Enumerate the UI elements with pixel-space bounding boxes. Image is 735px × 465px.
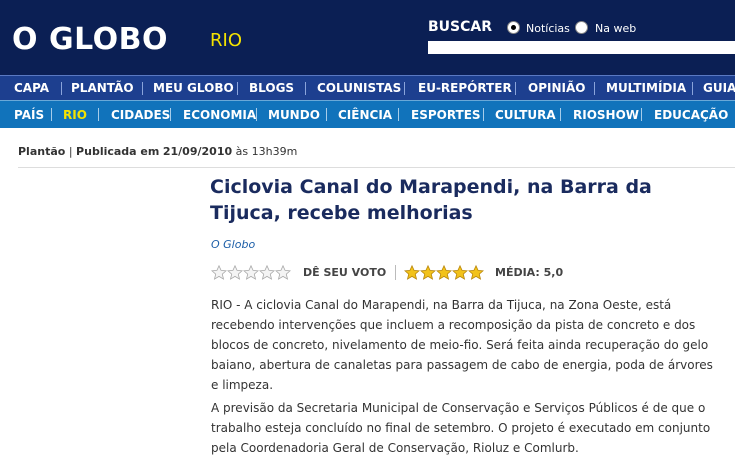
search-label: BUSCAR bbox=[428, 19, 493, 35]
nav-divider bbox=[515, 82, 516, 95]
nav-divider bbox=[560, 108, 561, 121]
nav-divider bbox=[98, 108, 99, 121]
nav-educacao[interactable]: EDUCAÇÃO bbox=[654, 101, 728, 128]
published-date: 21/09/2010 bbox=[162, 145, 233, 158]
nav-plantao[interactable]: PLANTÃO bbox=[71, 76, 134, 100]
user-rating-stars[interactable] bbox=[211, 265, 291, 280]
nav-esportes[interactable]: ESPORTES bbox=[411, 101, 481, 128]
star-outline-icon[interactable] bbox=[259, 265, 275, 280]
nav-pais[interactable]: PAÍS bbox=[14, 101, 44, 128]
nav-rio[interactable]: RIO bbox=[63, 101, 87, 128]
nav-divider bbox=[404, 82, 405, 95]
star-outline-icon[interactable] bbox=[275, 265, 291, 280]
nav-meu-globo[interactable]: MEU GLOBO bbox=[153, 76, 234, 100]
nav-colunistas[interactable]: COLUNISTAS bbox=[317, 76, 401, 100]
average-rating-stars bbox=[404, 265, 484, 280]
article-category[interactable]: Plantão bbox=[18, 145, 65, 158]
article-meta: Plantão | Publicada em 21/09/2010 às 13h… bbox=[18, 145, 297, 158]
search-radio-na-web[interactable] bbox=[575, 21, 588, 34]
nav-divider bbox=[326, 108, 327, 121]
nav-divider bbox=[483, 108, 484, 121]
meta-divider: | bbox=[68, 145, 73, 158]
nav-blogs[interactable]: BLOGS bbox=[249, 76, 294, 100]
site-logo[interactable]: O GLOBO bbox=[12, 22, 168, 57]
nav-capa[interactable]: CAPA bbox=[14, 76, 49, 100]
nav-divider bbox=[61, 82, 62, 95]
secondary-nav: PAÍS RIO CIDADES ECONOMIA MUNDO CIÊNCIA … bbox=[0, 100, 735, 128]
nav-divider bbox=[692, 82, 693, 95]
article-source[interactable]: O Globo bbox=[211, 238, 255, 251]
nav-divider bbox=[142, 82, 143, 95]
primary-nav: CAPA PLANTÃO MEU GLOBO BLOGS COLUNISTAS … bbox=[0, 75, 735, 100]
star-filled-icon bbox=[452, 265, 468, 280]
search-radio-noticias-label[interactable]: Notícias bbox=[526, 22, 570, 35]
nav-divider bbox=[51, 108, 52, 121]
nav-eu-reporter[interactable]: EU-REPÓRTER bbox=[418, 76, 512, 100]
star-filled-icon bbox=[420, 265, 436, 280]
article-paragraph: RIO - A ciclovia Canal do Marapendi, na … bbox=[211, 298, 713, 392]
search-radio-noticias[interactable] bbox=[507, 21, 520, 34]
search-input[interactable] bbox=[428, 41, 735, 54]
nav-divider bbox=[305, 82, 306, 95]
nav-ciencia[interactable]: CIÊNCIA bbox=[338, 101, 392, 128]
nav-mundo[interactable]: MUNDO bbox=[268, 101, 320, 128]
nav-cultura[interactable]: CULTURA bbox=[495, 101, 556, 128]
nav-opiniao[interactable]: OPINIÃO bbox=[528, 76, 585, 100]
nav-divider bbox=[170, 108, 171, 121]
nav-divider bbox=[256, 108, 257, 121]
section-name[interactable]: RIO bbox=[210, 30, 242, 51]
star-filled-icon bbox=[468, 265, 484, 280]
nav-multimidia[interactable]: MULTIMÍDIA bbox=[606, 76, 686, 100]
site-header: O GLOBO RIO BUSCAR Notícias Na web bbox=[0, 0, 735, 75]
star-outline-icon[interactable] bbox=[227, 265, 243, 280]
search-radio-na-web-label[interactable]: Na web bbox=[595, 22, 636, 35]
nav-guias[interactable]: GUIAS bbox=[703, 76, 735, 100]
nav-economia[interactable]: ECONOMIA bbox=[183, 101, 256, 128]
average-rating-label: MÉDIA: 5,0 bbox=[495, 266, 564, 279]
article-title: Ciclovia Canal do Marapendi, na Barra da… bbox=[210, 176, 652, 224]
published-time: 13h39m bbox=[251, 145, 298, 158]
nav-divider bbox=[398, 108, 399, 121]
meta-divider-line bbox=[18, 167, 735, 168]
nav-divider bbox=[237, 82, 238, 95]
nav-rioshow[interactable]: RIOSHOW bbox=[573, 101, 639, 128]
vote-label: DÊ SEU VOTO bbox=[303, 266, 387, 279]
article-paragraph: A previsão da Secretaria Municipal de Co… bbox=[211, 401, 711, 455]
nav-cidades[interactable]: CIDADES bbox=[111, 101, 170, 128]
nav-divider bbox=[641, 108, 642, 121]
star-outline-icon[interactable] bbox=[243, 265, 259, 280]
star-filled-icon bbox=[404, 265, 420, 280]
time-prefix: às bbox=[235, 145, 249, 158]
star-filled-icon bbox=[436, 265, 452, 280]
nav-divider bbox=[594, 82, 595, 95]
published-label: Publicada em bbox=[76, 145, 160, 158]
star-outline-icon[interactable] bbox=[211, 265, 227, 280]
rating-divider bbox=[395, 265, 396, 280]
